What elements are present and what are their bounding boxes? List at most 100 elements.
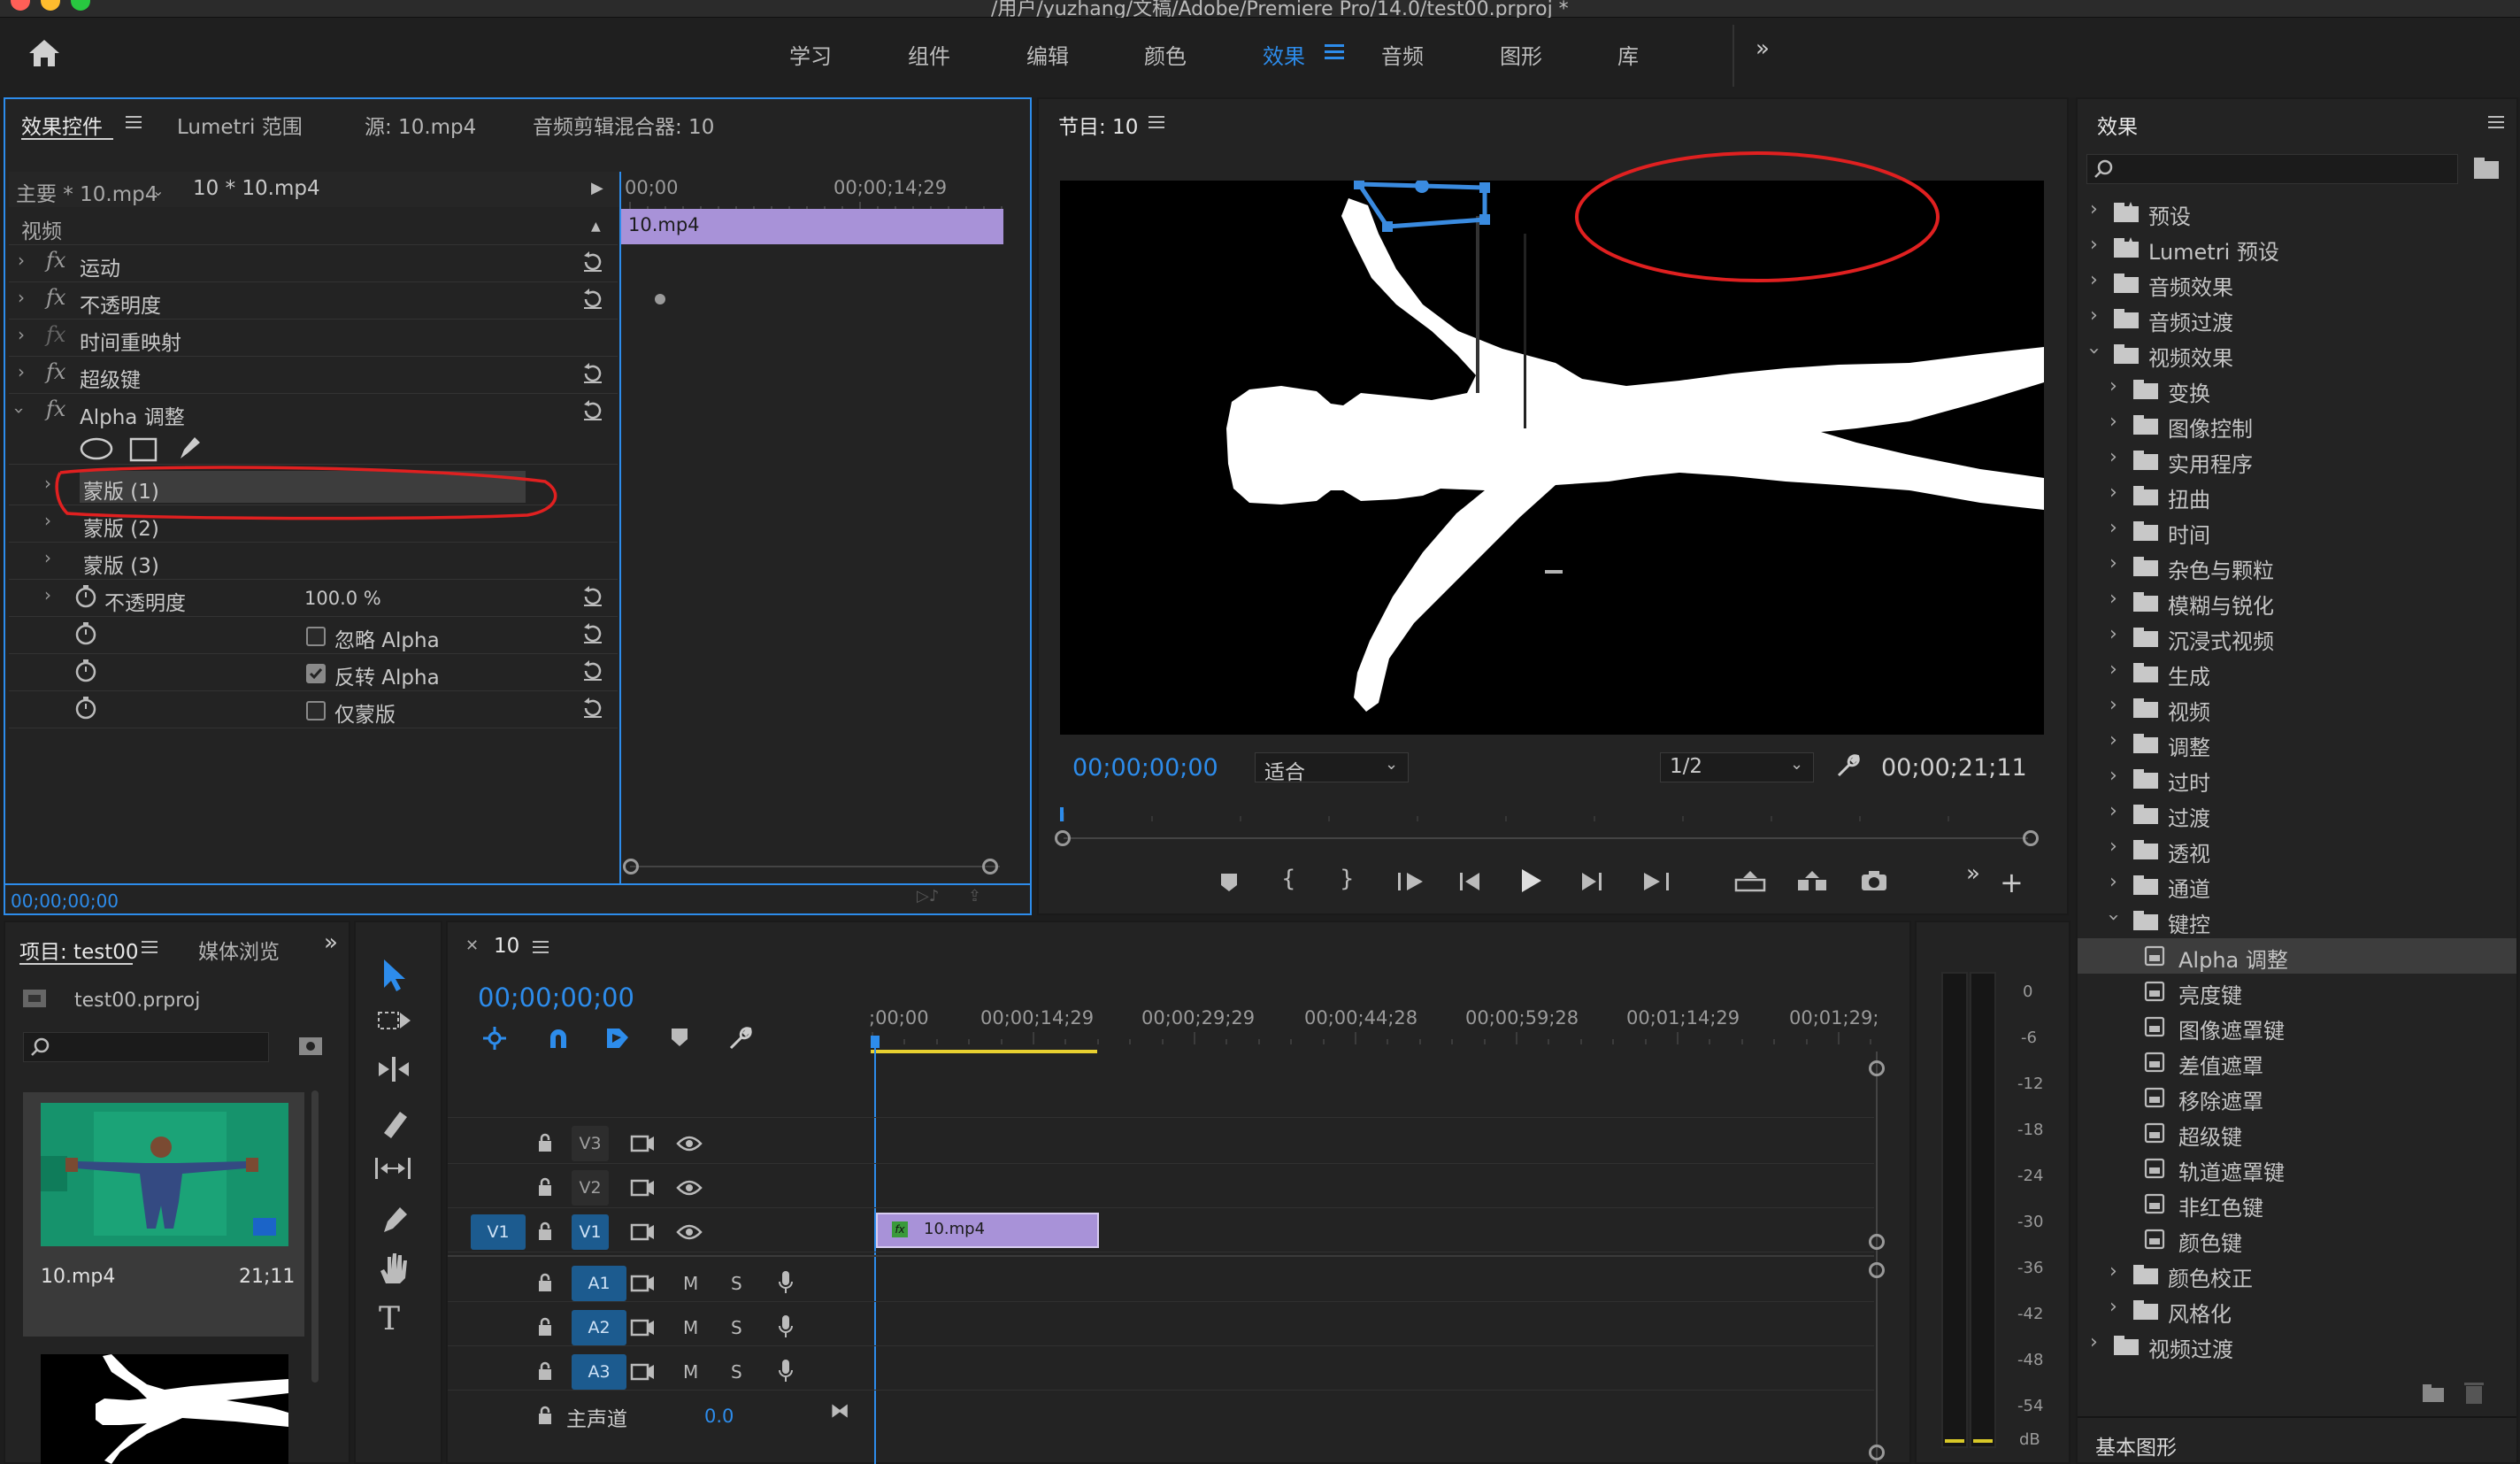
resolution-dropdown[interactable]: 1/2 ⌄ [1660, 752, 1814, 782]
track-label-a1[interactable]: A1 [572, 1266, 626, 1301]
workspace-tab[interactable]: 库 [1617, 39, 1639, 70]
reset-icon[interactable] [580, 621, 605, 646]
lock-icon[interactable] [536, 1221, 554, 1241]
add-button-icon[interactable]: + [2000, 866, 2024, 899]
effect-item[interactable]: 颜色键 [2078, 1221, 2516, 1257]
extract-icon[interactable] [1796, 869, 1828, 892]
workspace-tab[interactable]: 编辑 [1026, 39, 1069, 70]
toggle-sync-icon[interactable] [630, 1319, 655, 1337]
step-back-icon[interactable] [1458, 871, 1483, 892]
chevron-down-icon[interactable]: ⌄ [152, 182, 164, 199]
stopwatch-icon[interactable] [74, 584, 97, 609]
pen-tool-icon[interactable] [379, 1204, 411, 1236]
effect-item[interactable]: Alpha 调整 [2078, 938, 2516, 974]
mask-path[interactable] [1343, 181, 1520, 251]
chevron-down-icon[interactable]: › [2083, 347, 2105, 355]
new-custom-bin-icon[interactable] [2421, 1383, 2446, 1404]
play-icon[interactable] [1518, 867, 1543, 894]
toggle-sync-icon[interactable] [630, 1223, 655, 1241]
microphone-icon[interactable] [777, 1269, 795, 1296]
clip-label[interactable]: 10 * 10.mp4 [193, 177, 320, 200]
tab-project[interactable]: 项目: test00 [19, 935, 139, 965]
reset-icon[interactable] [580, 250, 605, 274]
microphone-icon[interactable] [777, 1358, 795, 1384]
effect-row-alpha-adjust[interactable]: Alpha 调整 [80, 400, 185, 430]
step-forward-icon[interactable] [1579, 871, 1603, 892]
more-tabs-icon[interactable]: » [324, 929, 338, 956]
workspace-tab[interactable]: 组件 [908, 39, 950, 70]
new-bin-icon[interactable] [2472, 156, 2501, 181]
reset-icon[interactable] [580, 584, 605, 609]
program-title[interactable]: 节目: 10 [1058, 110, 1138, 140]
fx-icon[interactable]: fx [46, 397, 65, 421]
effect-item[interactable]: 图像遮罩键 [2078, 1009, 2516, 1044]
mark-out-icon[interactable]: } [1340, 866, 1355, 892]
tab-source[interactable]: 源: 10.mp4 [365, 110, 476, 140]
effect-folder[interactable]: › 过时 [2078, 761, 2516, 797]
tab-lumetri-scopes[interactable]: Lumetri 范围 [177, 110, 303, 140]
chevron-right-icon[interactable]: › [2109, 1296, 2117, 1318]
razor-tool-icon[interactable] [379, 1106, 411, 1138]
effect-item[interactable]: 亮度键 [2078, 974, 2516, 1009]
minimize-window-button[interactable] [41, 0, 60, 11]
effect-folder[interactable]: › 模糊与锐化 [2078, 584, 2516, 620]
clip-bar[interactable]: 10.mp4 [621, 209, 1003, 244]
eye-icon[interactable] [676, 1179, 703, 1197]
stopwatch-icon[interactable] [74, 696, 97, 720]
reset-icon[interactable] [580, 696, 605, 720]
keyframe-dot[interactable] [655, 294, 665, 304]
eye-icon[interactable] [676, 1223, 703, 1241]
effect-folder[interactable]: › 杂色与颗粒 [2078, 549, 2516, 584]
effect-folder[interactable]: › Lumetri 预设 [2078, 230, 2516, 266]
scroll-handle-left[interactable] [623, 859, 639, 875]
lock-icon[interactable] [536, 1133, 554, 1152]
effect-row-opacity[interactable]: 不透明度 [80, 289, 161, 319]
program-timecode[interactable]: 00;00;00;00 [1072, 754, 1218, 782]
chevron-right-icon[interactable]: › [2109, 800, 2117, 822]
more-workspaces-icon[interactable]: » [1756, 35, 1770, 62]
lock-icon[interactable] [536, 1317, 554, 1337]
project-search-input[interactable] [23, 1032, 269, 1062]
footer-timecode[interactable]: 00;00;00;00 [11, 890, 119, 912]
effect-folder[interactable]: › 过渡 [2078, 797, 2516, 832]
ignore-alpha-checkbox[interactable] [306, 627, 326, 646]
solo-button[interactable]: S [731, 1273, 742, 1294]
home-icon[interactable] [27, 37, 62, 69]
eye-icon[interactable] [676, 1135, 703, 1152]
lift-icon[interactable] [1734, 869, 1766, 892]
vzoom-handle[interactable] [1869, 1234, 1885, 1250]
nest-icon[interactable] [481, 1025, 508, 1052]
tab-audio-clip-mixer[interactable]: 音频剪辑混合器: 10 [533, 110, 714, 140]
type-tool-icon[interactable]: T [379, 1301, 400, 1337]
mask-3-label[interactable]: 蒙版 (3) [83, 549, 159, 579]
collapse-up-icon[interactable]: ▲ [591, 220, 601, 234]
toggle-sync-icon[interactable] [630, 1275, 655, 1292]
chevron-right-icon[interactable]: › [2109, 482, 2117, 504]
effect-item[interactable]: 非红色键 [2078, 1186, 2516, 1221]
effect-folder[interactable]: › 扭曲 [2078, 478, 2516, 513]
timeline-timecode[interactable]: 00;00;00;00 [478, 982, 634, 1013]
panel-menu-icon[interactable] [533, 940, 549, 954]
workspace-tab[interactable]: 图形 [1500, 39, 1542, 70]
track-label-a2[interactable]: A2 [572, 1310, 626, 1345]
zoom-handle-left[interactable] [1055, 830, 1071, 846]
lock-icon[interactable] [536, 1273, 554, 1292]
chevron-right-icon[interactable]: › [2109, 623, 2117, 645]
effect-item[interactable]: 轨道遮罩键 [2078, 1151, 2516, 1186]
workspace-tab-active[interactable]: 效果 [1263, 39, 1305, 70]
close-window-button[interactable] [11, 0, 30, 11]
effect-folder[interactable]: › 图像控制 [2078, 407, 2516, 443]
tab-sequence[interactable]: 10 [494, 935, 519, 958]
effect-folder[interactable]: › 视频效果 [2078, 336, 2516, 372]
source-patch-v1[interactable]: V1 [471, 1214, 526, 1250]
effect-folder[interactable]: › 键控 [2078, 903, 2516, 938]
vzoom-handle[interactable] [1869, 1445, 1885, 1460]
workspace-menu-icon[interactable] [1325, 42, 1344, 60]
track-label-v3[interactable]: V3 [572, 1126, 609, 1161]
fx-icon[interactable]: fx [46, 248, 65, 273]
lock-icon[interactable] [536, 1361, 554, 1381]
more-buttons-icon[interactable]: » [1966, 860, 1980, 887]
chevron-right-icon[interactable]: › [2109, 552, 2117, 574]
chevron-right-icon[interactable]: › [2109, 375, 2117, 397]
track-label-v2[interactable]: V2 [572, 1170, 609, 1206]
